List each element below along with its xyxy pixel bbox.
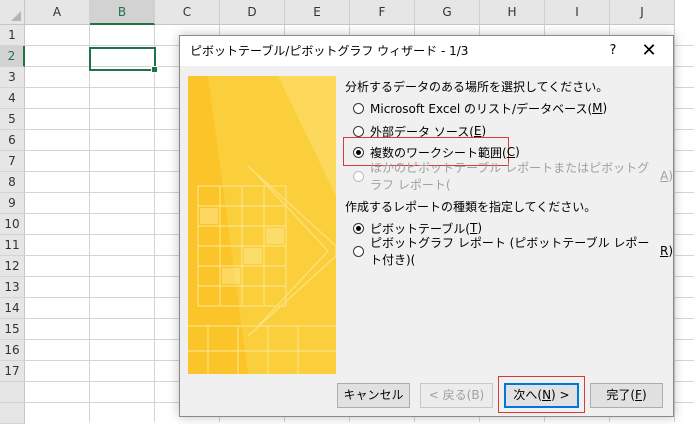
row-header-3[interactable]: 3 <box>0 67 25 88</box>
row-header-10[interactable]: 10 <box>0 214 25 235</box>
radio-button-icon <box>353 125 364 137</box>
row-header-1[interactable]: 1 <box>0 25 25 46</box>
radio-button-selected-icon <box>353 146 364 158</box>
radio-button-icon <box>353 245 364 257</box>
column-header-f[interactable]: F <box>350 0 415 25</box>
wizard-illustration <box>188 76 336 374</box>
radio-excel-list[interactable]: Microsoft Excel のリスト/データベース(M) <box>353 99 607 117</box>
radio-button-icon <box>353 102 364 114</box>
close-icon[interactable]: ✕ <box>632 36 666 66</box>
radio-pivot-chart[interactable]: ピボットグラフ レポート (ピボットテーブル レポート付き)(R) <box>353 236 673 267</box>
radio-button-selected-icon <box>353 222 364 234</box>
row-header-2[interactable]: 2 <box>0 46 25 67</box>
row-header-8[interactable]: 8 <box>0 172 25 193</box>
help-button[interactable]: ? <box>598 36 628 66</box>
column-header-j[interactable]: J <box>610 0 675 25</box>
row-header-7[interactable]: 7 <box>0 151 25 172</box>
row-header-12[interactable]: 12 <box>0 256 25 277</box>
column-header-g[interactable]: G <box>415 0 480 25</box>
column-header-a[interactable]: A <box>25 0 90 25</box>
row-header-17[interactable]: 17 <box>0 361 25 382</box>
back-button: < 戻る(B) <box>420 383 493 408</box>
select-all-corner[interactable] <box>0 0 25 25</box>
row-header-4[interactable]: 4 <box>0 88 25 109</box>
source-section-label: 分析するデータのある場所を選択してください。 <box>345 80 609 94</box>
row-header-14[interactable]: 14 <box>0 298 25 319</box>
column-header-c[interactable]: C <box>155 0 220 25</box>
dialog-titlebar[interactable]: ピボットテーブル/ピボットグラフ ウィザード - 1/3 ? ✕ <box>180 36 673 66</box>
row-header-15[interactable]: 15 <box>0 319 25 340</box>
column-header-h[interactable]: H <box>480 0 545 25</box>
row-header-19[interactable] <box>0 403 25 424</box>
row-header-9[interactable]: 9 <box>0 193 25 214</box>
row-header-16[interactable]: 16 <box>0 340 25 361</box>
column-header-i[interactable]: I <box>545 0 610 25</box>
radio-button-icon <box>353 170 364 182</box>
finish-button[interactable]: 完了(F) <box>590 383 663 408</box>
next-button[interactable]: 次へ(N) > <box>504 383 579 408</box>
row-header-18[interactable] <box>0 382 25 403</box>
row-header-5[interactable]: 5 <box>0 109 25 130</box>
active-cell-b2[interactable] <box>89 47 158 73</box>
row-header-11[interactable]: 11 <box>0 235 25 256</box>
report-section-label: 作成するレポートの種類を指定してください。 <box>345 200 597 214</box>
cancel-button[interactable]: キャンセル <box>337 383 410 408</box>
dialog-title: ピボットテーブル/ピボットグラフ ウィザード - 1/3 <box>190 44 469 58</box>
column-header-b[interactable]: B <box>90 0 155 25</box>
row-header-6[interactable]: 6 <box>0 130 25 151</box>
radio-other-pivot: ほかのピボットテーブル レポートまたはピボットグラフ レポート(A) <box>353 161 673 192</box>
column-header-d[interactable]: D <box>220 0 285 25</box>
pivot-wizard-dialog: ピボットテーブル/ピボットグラフ ウィザード - 1/3 ? ✕ 分析するデータ… <box>179 35 674 417</box>
column-header-e[interactable]: E <box>285 0 350 25</box>
row-header-13[interactable]: 13 <box>0 277 25 298</box>
